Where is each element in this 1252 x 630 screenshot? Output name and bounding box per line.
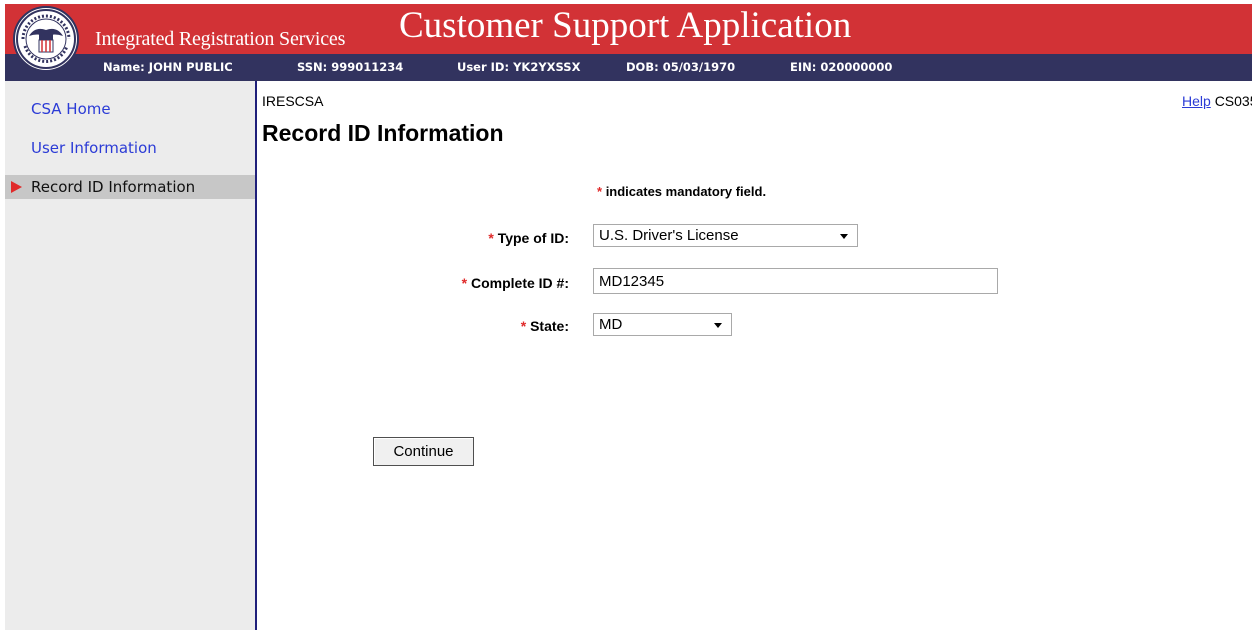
info-name: Name: JOHN PUBLIC <box>103 60 233 74</box>
mandatory-note-text: indicates mandatory field. <box>605 184 767 199</box>
info-userid-value: YK2YXSSX <box>513 60 581 74</box>
info-ein-value: 020000000 <box>820 60 893 74</box>
help-link[interactable]: Help <box>1182 93 1211 109</box>
state-select[interactable]: MD <box>593 313 732 336</box>
info-ssn-label: SSN: <box>297 60 328 74</box>
required-star: * <box>488 230 494 246</box>
help-area: Help CS035 <box>1182 93 1252 109</box>
required-star: * <box>520 318 527 334</box>
info-userid: User ID: YK2YXSSX <box>457 60 580 74</box>
chevron-down-icon <box>714 323 722 328</box>
active-arrow-icon <box>11 181 22 193</box>
type-of-id-label-text: Type of ID: <box>497 230 569 246</box>
irs-title: Integrated Registration Services <box>95 28 346 50</box>
sidebar-item-user-information[interactable]: User Information <box>31 139 157 157</box>
sidebar-divider <box>255 81 257 630</box>
required-star: * <box>597 184 603 199</box>
sidebar-item-label: Record ID Information <box>31 178 196 196</box>
info-ssn: SSN: 999011234 <box>297 60 403 74</box>
state-label-text: State: <box>530 318 569 334</box>
screen-code: CS035 <box>1214 93 1252 109</box>
type-of-id-value: U.S. Driver's License <box>599 227 739 244</box>
state-value: MD <box>599 316 623 333</box>
continue-button[interactable]: Continue <box>373 437 474 466</box>
required-star: * <box>461 275 468 291</box>
chevron-down-icon <box>840 234 848 239</box>
info-dob-label: DOB: <box>626 60 659 74</box>
info-dob-value: 05/03/1970 <box>662 60 736 74</box>
complete-id-label-text: Complete ID #: <box>470 275 569 291</box>
complete-id-input[interactable] <box>593 268 998 294</box>
page-title: Record ID Information <box>262 120 504 146</box>
page-id: IRESCSA <box>262 93 324 109</box>
sidebar <box>5 81 255 630</box>
mandatory-note: * indicates mandatory field. <box>597 184 766 199</box>
app-title: Customer Support Application <box>399 5 852 46</box>
type-of-id-label: * Type of ID: <box>488 230 569 246</box>
info-ssn-value: 999011234 <box>331 60 404 74</box>
info-dob: DOB: 05/03/1970 <box>626 60 735 74</box>
complete-id-label: * Complete ID #: <box>462 275 569 291</box>
info-userid-label: User ID: <box>457 60 510 74</box>
info-name-label: Name: <box>103 60 145 74</box>
ssa-seal-logo <box>13 6 79 72</box>
info-name-value: JOHN PUBLIC <box>148 60 233 74</box>
info-ein: EIN: 020000000 <box>790 60 892 74</box>
state-label: * State: <box>521 318 569 334</box>
sidebar-item-csa-home[interactable]: CSA Home <box>31 100 111 118</box>
info-ein-label: EIN: <box>790 60 817 74</box>
type-of-id-select[interactable]: U.S. Driver's License <box>593 224 858 247</box>
